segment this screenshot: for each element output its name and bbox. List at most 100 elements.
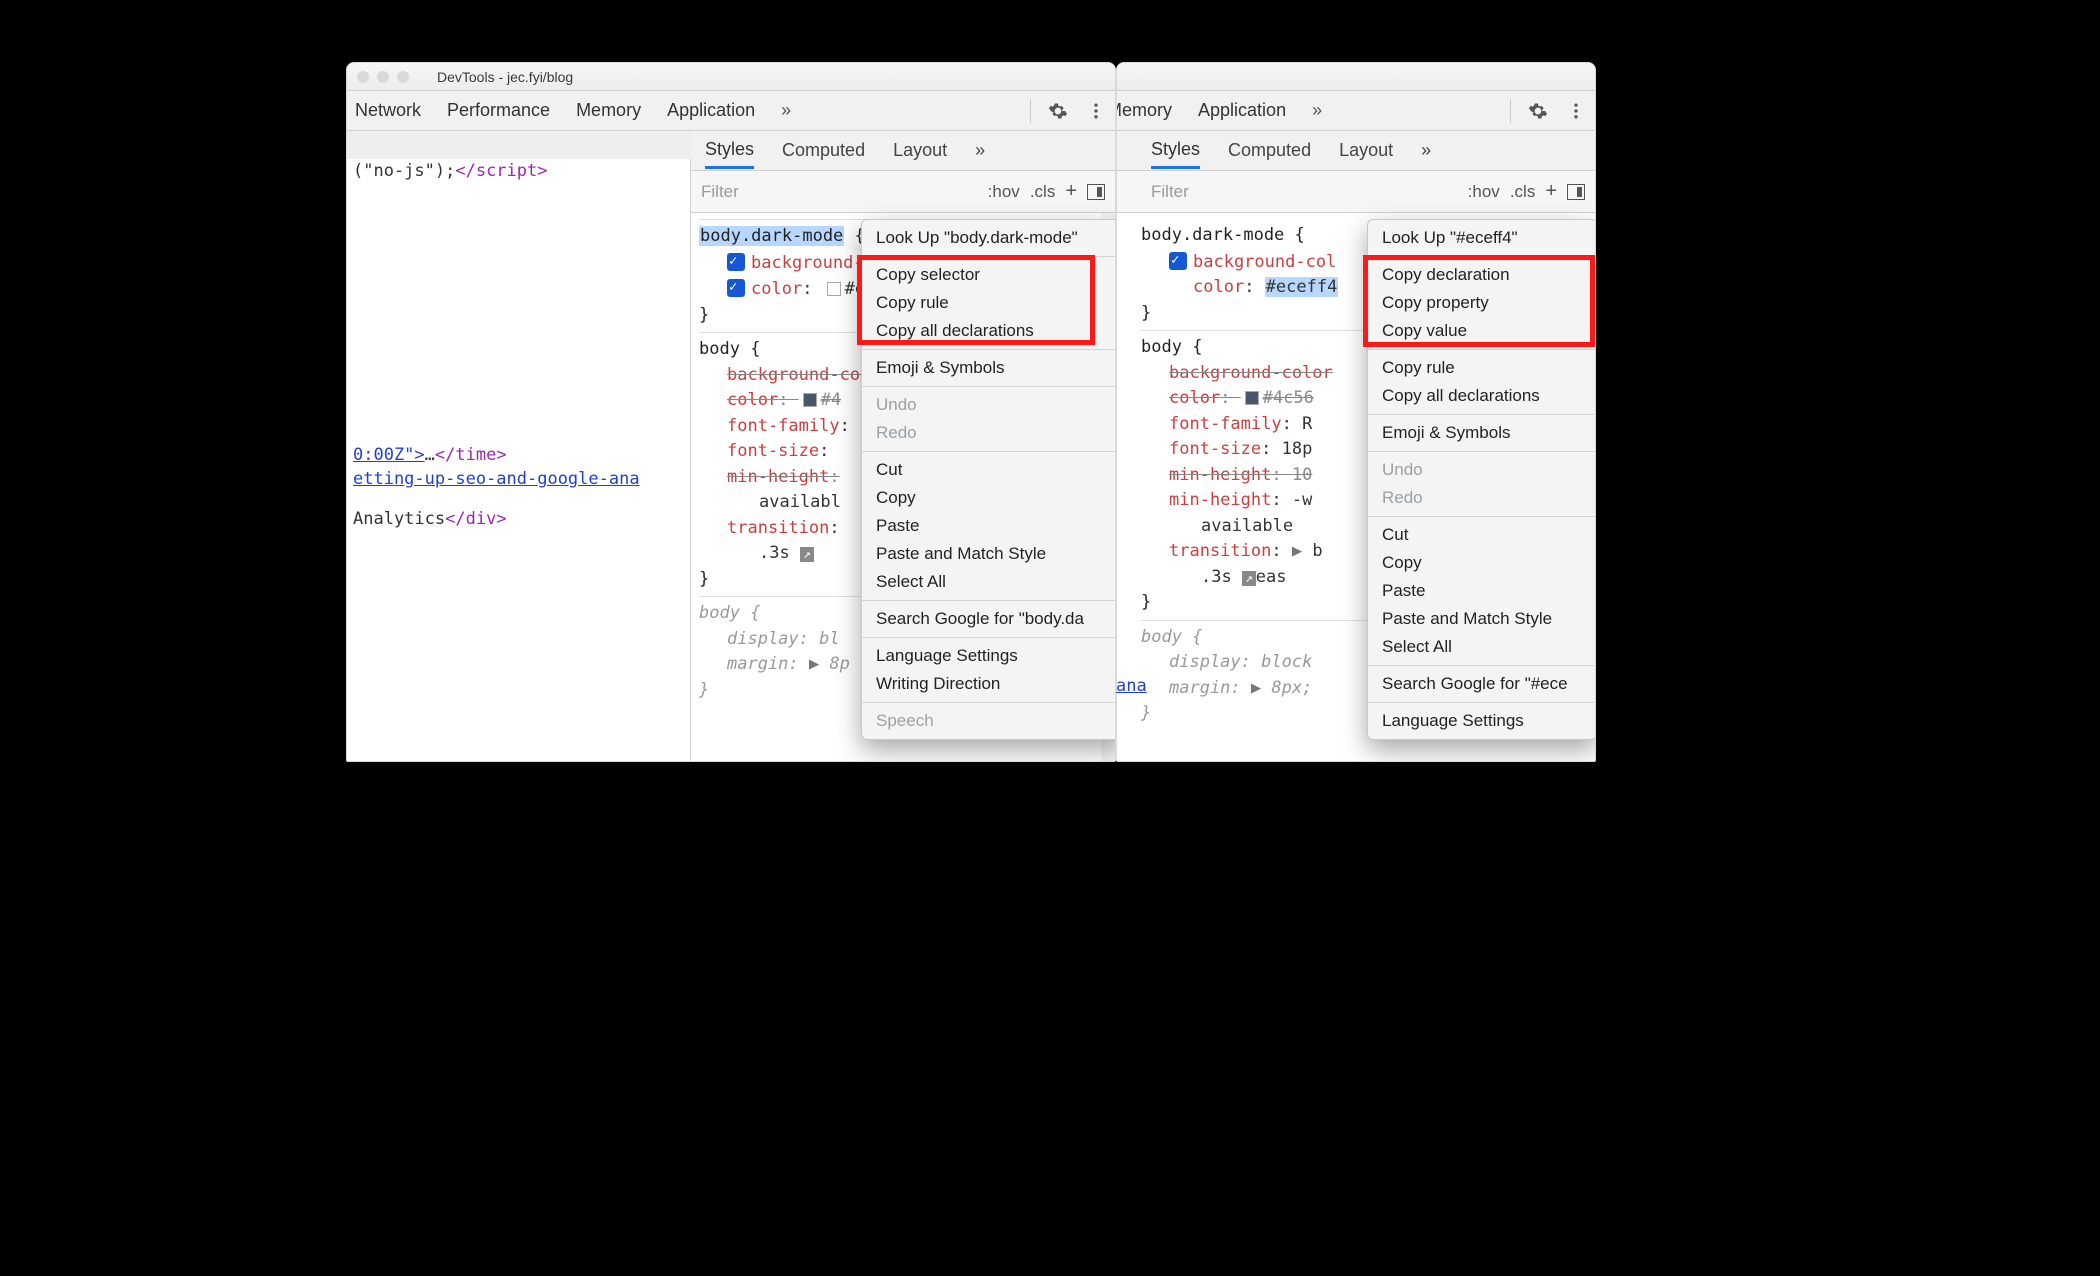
menu-copy-b[interactable]: Copy — [1368, 549, 1596, 577]
prop-color[interactable]: color — [751, 279, 802, 299]
tab-application[interactable]: Application — [667, 100, 755, 121]
menu-paste-match-b[interactable]: Paste and Match Style — [1368, 605, 1596, 633]
tab-application-b[interactable]: Application — [1198, 100, 1286, 121]
menu-language-b[interactable]: Language Settings — [1368, 707, 1596, 735]
prop-mh-b[interactable]: min-height — [1169, 465, 1271, 485]
menu-lookup-b[interactable]: Look Up "#eceff4" — [1368, 224, 1596, 252]
selector-body-b[interactable]: body — [1141, 337, 1182, 357]
menu-copy-all-b[interactable]: Copy all declarations — [1368, 382, 1596, 410]
traffic-min-icon[interactable] — [377, 71, 389, 83]
menu-paste-b[interactable]: Paste — [1368, 577, 1596, 605]
menu-language[interactable]: Language Settings — [862, 642, 1116, 670]
checkbox-color[interactable] — [727, 279, 745, 297]
menu-emoji[interactable]: Emoji & Symbols — [862, 354, 1116, 382]
val-color2[interactable]: #4 — [821, 390, 841, 410]
menu-copy-property[interactable]: Copy property — [1368, 289, 1596, 317]
prop-display-b[interactable]: display — [1169, 652, 1241, 672]
menu-copy-all[interactable]: Copy all declarations — [862, 317, 1116, 345]
selector-body-ua[interactable]: body — [699, 603, 740, 623]
menu-copy-declaration[interactable]: Copy declaration — [1368, 261, 1596, 289]
menu-search-b[interactable]: Search Google for "#ece — [1368, 670, 1596, 698]
menu-copy-rule-b[interactable]: Copy rule — [1368, 354, 1596, 382]
subtab-overflow[interactable]: » — [975, 134, 985, 167]
new-rule-button-b[interactable]: + — [1545, 180, 1557, 203]
menu-lookup[interactable]: Look Up "body.dark-mode" — [862, 224, 1116, 252]
filter-input[interactable]: Filter — [701, 182, 978, 202]
prop-color2-b[interactable]: color — [1169, 388, 1220, 408]
filter-input-b[interactable]: Filter — [1127, 182, 1458, 202]
prop-display[interactable]: display — [727, 629, 799, 649]
gear-icon[interactable] — [1047, 100, 1069, 122]
kebab-icon-b[interactable] — [1565, 100, 1587, 122]
subtab-styles-b[interactable]: Styles — [1151, 133, 1200, 169]
menu-select-all-b[interactable]: Select All — [1368, 633, 1596, 661]
cls-toggle[interactable]: .cls — [1030, 182, 1056, 202]
link-ana[interactable]: ana — [1116, 676, 1147, 696]
kebab-icon[interactable] — [1085, 100, 1107, 122]
prop-fs-b[interactable]: font-size — [1169, 439, 1261, 459]
prop-bg-b[interactable]: background-col — [1193, 252, 1336, 272]
subtab-computed[interactable]: Computed — [782, 134, 865, 167]
subtab-styles[interactable]: Styles — [705, 133, 754, 169]
href-link[interactable]: etting-up-seo-and-google-ana — [353, 469, 640, 489]
menu-copy[interactable]: Copy — [862, 484, 1116, 512]
hov-toggle[interactable]: :hov — [988, 182, 1020, 202]
cls-toggle-b[interactable]: .cls — [1510, 182, 1536, 202]
val-color-b[interactable]: #eceff4 — [1265, 277, 1339, 297]
panel-toggle-icon[interactable] — [1087, 184, 1105, 200]
traffic-max-icon[interactable] — [397, 71, 409, 83]
selector-b[interactable]: body.dark-mode — [1141, 225, 1284, 245]
checkbox-bg[interactable] — [727, 253, 745, 271]
swatch2b-icon[interactable] — [1245, 391, 1259, 405]
prop-margin[interactable]: margin — [727, 654, 788, 674]
prop-tr-b[interactable]: transition — [1169, 541, 1271, 561]
val-color2b[interactable]: #4c56 — [1263, 388, 1314, 408]
traffic-close-icon[interactable] — [357, 71, 369, 83]
prop-color2[interactable]: color — [727, 390, 778, 410]
prop-margin-b[interactable]: margin — [1169, 678, 1230, 698]
menu-copy-rule[interactable]: Copy rule — [862, 289, 1116, 317]
selector-a[interactable]: body.dark-mode — [699, 226, 844, 246]
color-swatch-icon[interactable] — [827, 282, 841, 296]
prop-mh2-b[interactable]: min-height — [1169, 490, 1271, 510]
prop-mh[interactable]: min-height — [727, 467, 829, 487]
prop-bg2-b[interactable]: background-color — [1169, 363, 1333, 383]
menu-select-all[interactable]: Select All — [862, 568, 1116, 596]
menu-copy-value[interactable]: Copy value — [1368, 317, 1596, 345]
subtab-layout-b[interactable]: Layout — [1339, 134, 1393, 167]
swatch2-icon[interactable] — [803, 393, 817, 407]
gear-icon-b[interactable] — [1527, 100, 1549, 122]
tab-memory[interactable]: Memory — [576, 100, 641, 121]
selector-body-ua-b[interactable]: body — [1141, 627, 1182, 647]
menu-emoji-b[interactable]: Emoji & Symbols — [1368, 419, 1596, 447]
tab-overflow[interactable]: » — [781, 100, 791, 121]
selector-body[interactable]: body — [699, 339, 740, 359]
subtab-layout[interactable]: Layout — [893, 134, 947, 167]
hov-toggle-b[interactable]: :hov — [1468, 182, 1500, 202]
tab-overflow-b[interactable]: » — [1312, 100, 1322, 121]
checkbox-bg-b[interactable] — [1169, 252, 1187, 270]
tab-memory-b[interactable]: Memory — [1116, 100, 1172, 121]
easing-icon-b[interactable]: ↗ — [1242, 571, 1256, 586]
menu-cut-b[interactable]: Cut — [1368, 521, 1596, 549]
subtab-overflow-b[interactable]: » — [1421, 134, 1431, 167]
tab-performance[interactable]: Performance — [447, 100, 550, 121]
prop-ff-b[interactable]: font-family — [1169, 414, 1282, 434]
prop-fs[interactable]: font-size — [727, 441, 819, 461]
subtab-computed-b[interactable]: Computed — [1228, 134, 1311, 167]
new-rule-button[interactable]: + — [1065, 180, 1077, 203]
menu-speech[interactable]: Speech — [862, 707, 1116, 735]
tab-network[interactable]: Network — [355, 100, 421, 121]
prop-tr[interactable]: transition — [727, 518, 829, 538]
selected-line[interactable] — [346, 131, 698, 159]
prop-ff[interactable]: font-family — [727, 416, 840, 436]
menu-cut[interactable]: Cut — [862, 456, 1116, 484]
panel-toggle-icon-b[interactable] — [1567, 184, 1585, 200]
prop-color-b[interactable]: color — [1193, 277, 1244, 297]
menu-search[interactable]: Search Google for "body.da — [862, 605, 1116, 633]
menu-paste-match[interactable]: Paste and Match Style — [862, 540, 1116, 568]
menu-copy-selector[interactable]: Copy selector — [862, 261, 1116, 289]
menu-writing[interactable]: Writing Direction — [862, 670, 1116, 698]
easing-icon[interactable]: ↗ — [800, 547, 814, 562]
menu-paste[interactable]: Paste — [862, 512, 1116, 540]
